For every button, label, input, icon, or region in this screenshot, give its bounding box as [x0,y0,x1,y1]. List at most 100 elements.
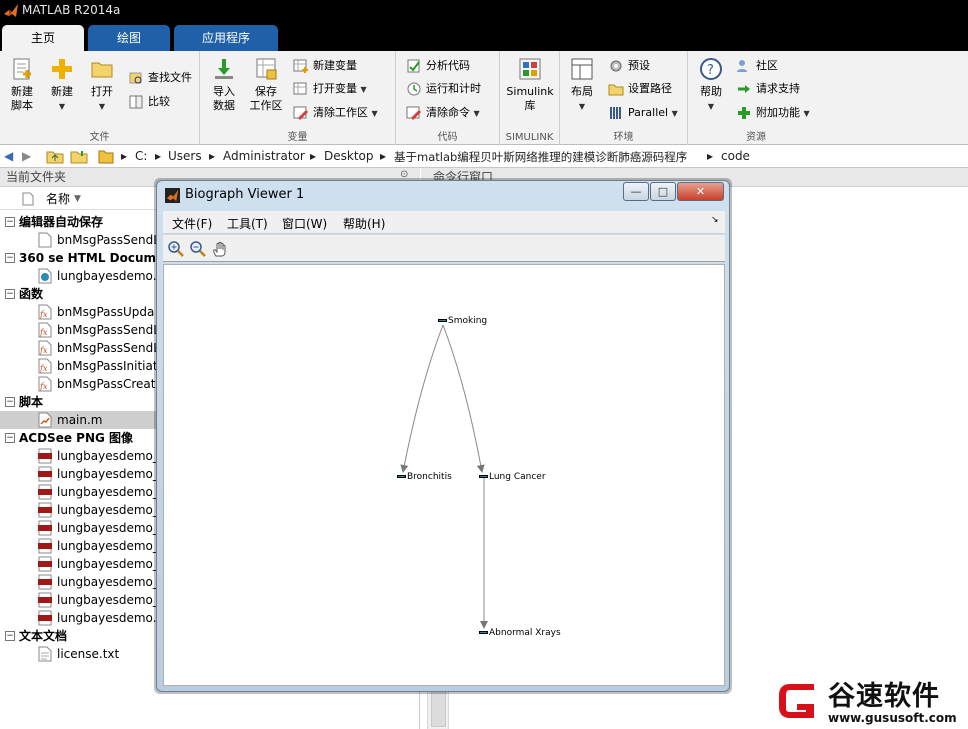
matlab-logo-icon [165,188,180,203]
parallel-button[interactable]: Parallel ▼ [608,103,678,123]
file-name: bnMsgPassSendL [57,233,160,247]
svg-text:fx: fx [39,346,48,355]
group-code: 分析代码 运行和计时 清除命令 ▼ 代码 [396,51,500,145]
file-name: lungbayesdemo_ [57,503,159,517]
simulink-library-button[interactable]: Simulink 库 [502,56,558,113]
save-label-2: 工作区 [249,99,283,112]
new-script-button[interactable]: 新建 脚本 [4,56,40,113]
zoom-in-icon[interactable] [167,240,185,258]
path-segment[interactable]: Administrator [223,149,305,163]
collapse-icon[interactable]: − [5,217,15,227]
node-label: Lung Cancer [489,472,546,482]
png-file-icon [38,556,52,572]
collapse-icon[interactable]: − [5,289,15,299]
maximize-button[interactable]: □ [650,182,676,201]
find-files-button[interactable]: 查找文件 [128,68,192,88]
path-sep-icon: ▸ [380,149,387,163]
collapse-icon[interactable]: − [5,397,15,407]
addons-label: 附加功能 [756,106,800,119]
node-lung-cancer[interactable]: Lung Cancer [479,472,546,482]
png-file-icon [38,574,52,590]
run-and-time-label: 运行和计时 [426,82,481,95]
node-label: Bronchitis [407,472,452,482]
svg-text:fx: fx [39,364,48,373]
biograph-menu-bar: 文件(F) 工具(T) 窗口(W) 帮助(H) ↘ [163,211,725,234]
menu-window[interactable]: 窗口(W) [282,215,327,232]
file-name: lungbayesdemo_ [57,557,159,571]
node-marker-icon [479,475,488,478]
collapse-icon[interactable]: − [5,253,15,263]
set-path-icon [608,84,624,96]
up-folder-icon[interactable] [46,149,64,164]
menu-file[interactable]: 文件(F) [172,215,212,232]
png-file-icon [38,592,52,608]
layout-button[interactable]: 布局 ▼ [564,56,600,114]
close-button[interactable]: ✕ [677,182,724,201]
path-segment[interactable]: code [721,149,750,163]
minimize-button[interactable]: — [623,182,649,201]
dock-arrow-icon[interactable]: ↘ [711,215,719,225]
folder-open-icon [91,62,113,78]
node-abnormal-xrays[interactable]: Abnormal Xrays [479,628,561,638]
menu-help[interactable]: 帮助(H) [343,215,385,232]
open-variable-button[interactable]: 打开变量 ▼ [293,79,367,99]
preferences-button[interactable]: 预设 [608,56,650,76]
path-sep-icon: ▸ [155,149,162,163]
compare-label: 比较 [148,95,170,108]
file-name: bnMsgPassUpda [57,305,155,319]
tab-apps[interactable]: 应用程序 [174,25,278,51]
preferences-label: 预设 [628,59,650,72]
pan-hand-icon[interactable] [211,240,229,258]
path-segment[interactable]: Users [168,149,202,163]
addons-button[interactable]: 附加功能 ▼ [736,103,810,123]
clear-commands-button[interactable]: 清除命令 ▼ [406,103,480,123]
request-support-label: 请求支持 [756,82,800,95]
find-files-label: 查找文件 [148,71,192,84]
path-segment[interactable]: 基于matlab编程贝叶斯网络推理的建模诊断肺癌源码程序 [394,149,687,165]
new-variable-label: 新建变量 [313,59,357,72]
tab-home[interactable]: 主页 [2,25,84,51]
clear-workspace-button[interactable]: 清除工作区 ▼ [293,103,378,123]
set-path-button[interactable]: 设置路径 [608,79,672,99]
tab-plots[interactable]: 绘图 [88,25,170,51]
watermark-brand: 谷速软件 [828,681,940,712]
section-label: ACDSee PNG 图像 [19,431,134,445]
find-files-icon [129,72,142,84]
chevron-down-icon: ▼ [671,109,678,118]
node-bronchitis[interactable]: Bronchitis [397,472,452,482]
path-sep-icon: ▸ [121,149,128,163]
new-variable-button[interactable]: 新建变量 [293,56,357,76]
analyze-code-button[interactable]: 分析代码 [406,56,470,76]
group-code-label: 代码 [437,132,458,143]
menu-tools[interactable]: 工具(T) [227,215,268,232]
name-column-label: 名称 [46,192,71,206]
browse-folder-icon[interactable] [70,149,88,164]
chevron-down-icon: ▼ [473,109,480,118]
group-simulink: Simulink 库 SIMULINK [500,51,560,145]
save-workspace-button[interactable]: 保存 工作区 [246,56,286,113]
new-button[interactable]: 新建 ▼ [44,56,80,114]
help-button[interactable]: ? 帮助 ▼ [694,56,728,114]
path-segment[interactable]: C: [135,149,147,163]
forward-arrow-icon[interactable]: ▶ [22,149,31,163]
node-label: Smoking [448,316,488,326]
import-data-button[interactable]: 导入 数据 [206,56,242,113]
back-arrow-icon[interactable]: ◀ [4,149,13,163]
path-segment[interactable]: Desktop [324,149,374,163]
file-name: bnMsgPassCreat [57,377,156,391]
collapse-icon[interactable]: − [5,433,15,443]
file-name: lungbayesdemo.h [57,269,165,283]
parallel-label: Parallel [628,106,669,119]
run-and-time-button[interactable]: 运行和计时 [406,79,481,99]
chevron-down-icon: ▼ [707,102,715,111]
watermark: 谷速软件 www.gususoft.com [770,672,968,729]
request-support-button[interactable]: 请求支持 [736,79,800,99]
zoom-out-icon[interactable] [189,240,207,258]
collapse-icon[interactable]: − [5,631,15,641]
node-smoking[interactable]: Smoking [438,316,487,326]
file-name: main.m [57,413,103,427]
graph-canvas[interactable]: Smoking Bronchitis Lung Cancer Abnormal … [163,264,725,686]
community-button[interactable]: 社区 [736,56,778,76]
open-button[interactable]: 打开 ▼ [84,56,120,114]
compare-button[interactable]: 比较 [128,92,170,112]
